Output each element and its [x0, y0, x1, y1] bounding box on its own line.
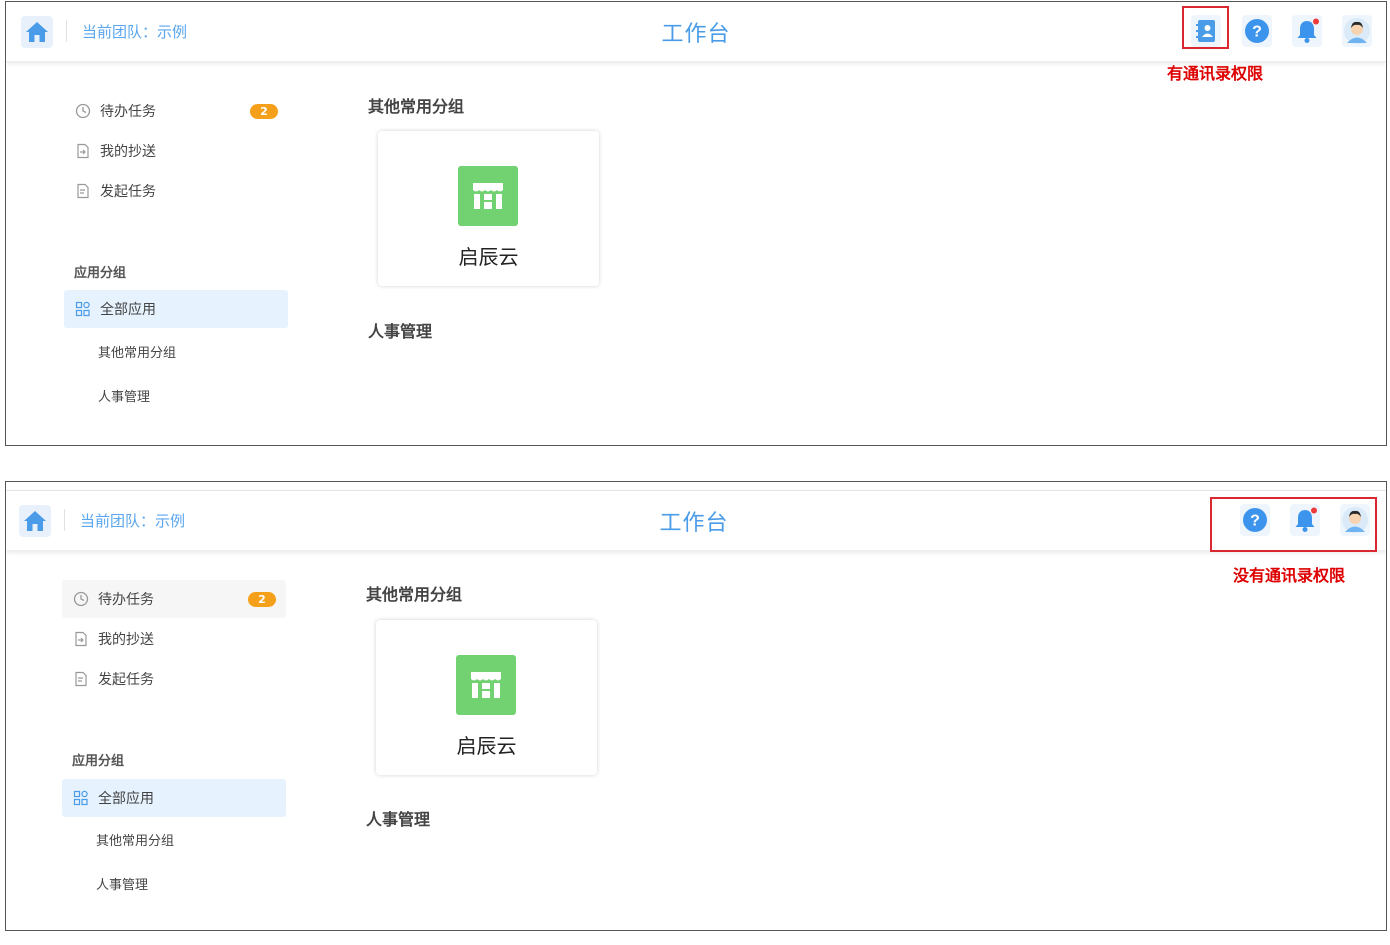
help-icon: ? [1245, 19, 1269, 43]
doc-edit-icon [74, 182, 92, 200]
app-group-heading: 应用分组 [74, 266, 127, 281]
avatar-button[interactable] [1342, 15, 1372, 47]
screenshot-with-contacts: 当前团队：示例 工作台 ? 有通讯录权限 待办任务 2 我的抄送 发起任务 应用… [5, 1, 1387, 446]
screenshot-without-contacts: 当前团队：示例 工作台 ? 没有通讯录权限 待办任务 2 我的抄送 发起任务 应… [5, 481, 1387, 931]
store-icon [458, 166, 518, 226]
top-header: 当前团队：示例 工作台 ? [6, 2, 1386, 62]
clock-icon [74, 102, 92, 120]
sidebar-item-todo[interactable]: 待办任务 2 [62, 580, 286, 618]
grid-icon [74, 300, 92, 318]
annotation-has-contacts: 有通讯录权限 [1167, 64, 1264, 83]
sidebar-item-all-apps[interactable]: 全部应用 [64, 290, 288, 328]
app-card[interactable]: 启辰云 [376, 620, 597, 775]
doc-forward-icon [72, 630, 90, 648]
sidebar-item-start-task[interactable]: 发起任务 [64, 172, 288, 210]
sidebar-item-cc[interactable]: 我的抄送 [64, 132, 288, 170]
doc-forward-icon [74, 142, 92, 160]
svg-text:?: ? [1252, 24, 1262, 41]
sidebar-item-label: 我的抄送 [100, 144, 156, 160]
app-card[interactable]: 启辰云 [378, 131, 599, 286]
grid-icon [72, 789, 90, 807]
clock-icon [72, 590, 90, 608]
sidebar-item-start-task[interactable]: 发起任务 [62, 660, 286, 698]
notification-dot [1313, 18, 1319, 25]
annotation-no-contacts: 没有通讯录权限 [1233, 566, 1346, 585]
sidebar-subitem-hr[interactable]: 人事管理 [98, 386, 150, 405]
sidebar-item-todo[interactable]: 待办任务 2 [64, 92, 288, 130]
todo-count-badge: 2 [248, 592, 276, 607]
help-button[interactable]: ? [1242, 15, 1272, 47]
doc-edit-icon [72, 670, 90, 688]
sidebar-item-label: 待办任务 [100, 104, 156, 120]
sidebar-item-label: 待办任务 [98, 592, 154, 608]
bell-icon [1297, 18, 1319, 43]
sidebar-item-all-apps[interactable]: 全部应用 [62, 779, 286, 817]
sidebar-item-cc[interactable]: 我的抄送 [62, 620, 286, 658]
notification-button[interactable] [1292, 15, 1322, 47]
sidebar-subitem-common-group[interactable]: 其他常用分组 [96, 830, 174, 849]
sidebar-item-label: 全部应用 [98, 791, 154, 807]
app-name: 启辰云 [458, 245, 519, 269]
store-icon [456, 655, 516, 715]
todo-count-badge: 2 [250, 104, 278, 119]
sidebar-subitem-common-group[interactable]: 其他常用分组 [98, 342, 176, 361]
page-title: 工作台 [661, 22, 731, 47]
section-title-common-group: 其他常用分组 [366, 585, 463, 604]
section-title-hr: 人事管理 [366, 810, 431, 829]
sidebar-subitem-hr[interactable]: 人事管理 [96, 874, 148, 893]
sidebar-item-label: 全部应用 [100, 302, 156, 318]
section-title-common-group: 其他常用分组 [368, 97, 465, 116]
sidebar-item-label: 发起任务 [100, 184, 156, 200]
top-header: 当前团队：示例 工作台 ? [6, 491, 1386, 551]
app-name: 启辰云 [456, 734, 517, 758]
page-title: 工作台 [659, 511, 729, 536]
section-title-hr: 人事管理 [368, 322, 433, 341]
highlight-contacts-box [1182, 6, 1229, 49]
sidebar-item-label: 我的抄送 [98, 632, 154, 648]
highlight-header-icons-box [1210, 497, 1377, 552]
avatar-icon [1344, 18, 1370, 44]
sidebar-item-label: 发起任务 [98, 672, 154, 688]
app-group-heading: 应用分组 [72, 754, 125, 769]
